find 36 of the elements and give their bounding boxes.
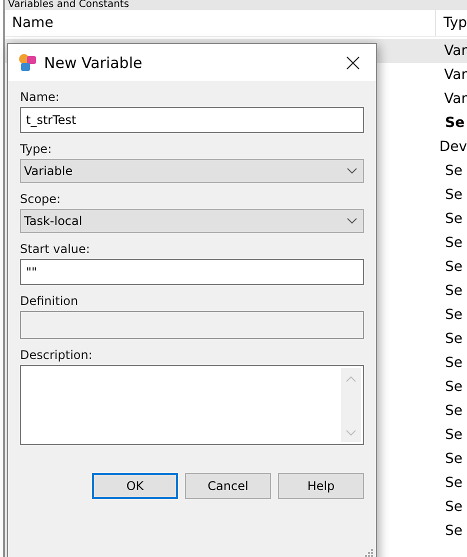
- table-cell-text: Var: [443, 43, 467, 59]
- field-label: Start value:: [20, 242, 91, 256]
- input-field[interactable]: "": [20, 259, 364, 285]
- table-cell-text: Se: [444, 331, 462, 347]
- table-cell-text: Se: [444, 307, 462, 323]
- field-label: Definition: [20, 294, 80, 308]
- chevron-down-icon: [347, 218, 357, 224]
- dropdown[interactable]: Variable: [20, 159, 364, 183]
- scroll-down-icon[interactable]: [346, 430, 356, 436]
- dialog-button[interactable]: Cancel: [185, 473, 271, 499]
- table-cell-text: Se: [444, 499, 462, 515]
- dialog-button[interactable]: OK: [92, 473, 178, 499]
- chevron-down-icon: [347, 168, 357, 174]
- table-cell-text: Se: [444, 523, 462, 539]
- column-header[interactable]: Typ: [436, 15, 467, 31]
- table-cell-text: Se: [444, 379, 462, 395]
- text-area[interactable]: [20, 365, 364, 445]
- table-cell-text: Se: [444, 403, 462, 419]
- table-cell-text: Se: [444, 427, 462, 443]
- table-cell-text: Var: [443, 67, 467, 83]
- field-label: Name:: [20, 90, 60, 104]
- dialog-title: New Variable: [44, 54, 144, 72]
- input-field[interactable]: t_strTest: [20, 107, 364, 133]
- field-label: Type:: [20, 142, 53, 156]
- numbered-blocks-icon: [18, 52, 38, 72]
- resize-grip-icon[interactable]: [363, 549, 373, 557]
- scrollbar[interactable]: [341, 368, 361, 442]
- dialog-button[interactable]: Help: [278, 473, 364, 499]
- scroll-up-icon[interactable]: [346, 376, 356, 382]
- column-header[interactable]: Name: [5, 10, 436, 36]
- field-label: Description:: [20, 348, 94, 362]
- input-field[interactable]: [20, 311, 364, 339]
- field-label: Scope:: [20, 192, 62, 206]
- dropdown[interactable]: Task-local: [20, 209, 364, 233]
- table-cell-text: Se: [444, 451, 462, 467]
- close-icon[interactable]: [346, 56, 360, 70]
